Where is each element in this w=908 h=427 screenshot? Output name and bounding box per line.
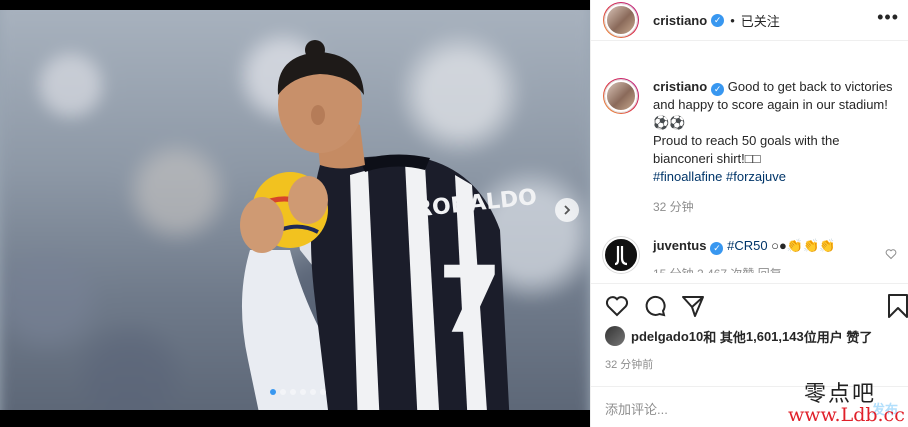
verified-badge-icon: ✓ <box>711 13 725 27</box>
avatar <box>605 80 637 112</box>
comment-item: juventus ✓ #CR50 ○●👏👏👏 15 分钟 2,467 次赞 回复 <box>603 237 903 273</box>
post-timestamp[interactable]: 32 分钟前 <box>605 356 653 372</box>
caption-username[interactable]: cristiano <box>653 79 707 94</box>
avatar <box>605 4 637 36</box>
comment-username[interactable]: juventus <box>653 238 706 253</box>
comment-like-heart-icon[interactable] <box>885 248 897 260</box>
caption-avatar-ring[interactable] <box>603 78 639 114</box>
carousel-dot <box>270 389 276 395</box>
next-slide-button[interactable] <box>555 198 579 222</box>
likes-joiner: 和 其他 <box>703 329 746 345</box>
share-plane-icon[interactable] <box>681 294 705 318</box>
carousel-dot <box>310 389 316 395</box>
verified-badge-icon: ✓ <box>711 83 725 96</box>
hashtag-link[interactable]: #finoallafine <box>653 169 722 184</box>
more-options-icon[interactable]: ••• <box>877 8 899 26</box>
watermark-url: www.Ldb.cc <box>788 404 905 426</box>
photo-bottom-bar <box>0 410 590 427</box>
carousel-dot <box>300 389 306 395</box>
comment-emoji: ○●👏👏👏 <box>767 238 836 253</box>
carousel-dot <box>290 389 296 395</box>
save-bookmark-icon[interactable] <box>887 294 908 318</box>
jersey-number: 7 <box>438 247 502 354</box>
post-actions <box>591 283 908 318</box>
player-figure: RONALDO 7 <box>240 40 538 427</box>
header-username[interactable]: cristiano <box>653 13 707 28</box>
liker-avatar[interactable] <box>605 326 625 346</box>
likes-summary: pdelgado10 和 其他 1,601,143 位用户 赞了 <box>605 326 872 346</box>
juventus-logo-icon <box>614 246 628 266</box>
post-side-panel: cristiano ✓ • 已关注 ••• cristiano ✓ Good to… <box>590 0 908 427</box>
carousel-dot <box>320 389 326 395</box>
likes-count[interactable]: 1,601,143 <box>746 329 804 344</box>
like-heart-icon[interactable] <box>605 294 629 318</box>
header-avatar-ring[interactable] <box>603 2 639 38</box>
juventus-avatar[interactable] <box>603 237 639 273</box>
carousel-dot <box>280 389 286 395</box>
liker-username[interactable]: pdelgado10 <box>631 329 703 344</box>
carousel-indicator <box>270 389 326 395</box>
follow-status-button[interactable]: 已关注 <box>741 11 780 30</box>
header-separator: • <box>730 12 735 28</box>
chevron-right-icon <box>564 205 571 215</box>
caption-time[interactable]: 32 分钟 <box>653 198 893 216</box>
verified-badge-icon: ✓ <box>710 242 724 255</box>
caption-line2: Proud to reach 50 goals with the biancon… <box>653 133 840 166</box>
comment-bubble-icon[interactable] <box>643 294 667 318</box>
post-caption: cristiano ✓ Good to get back to victories… <box>603 78 903 216</box>
hashtag-link[interactable]: #forzajuve <box>726 169 786 184</box>
post-header: cristiano ✓ • 已关注 ••• <box>591 0 908 41</box>
hashtag-link[interactable]: #CR50 <box>727 238 767 253</box>
likes-suffix: 位用户 赞了 <box>803 329 873 345</box>
post-photo[interactable]: RONALDO 7 <box>0 0 590 427</box>
watermark: 零点吧 www.Ldb.cc <box>788 376 908 427</box>
photo-top-bar <box>0 0 590 10</box>
comment-meta: 15 分钟 2,467 次赞 回复 <box>653 265 873 273</box>
